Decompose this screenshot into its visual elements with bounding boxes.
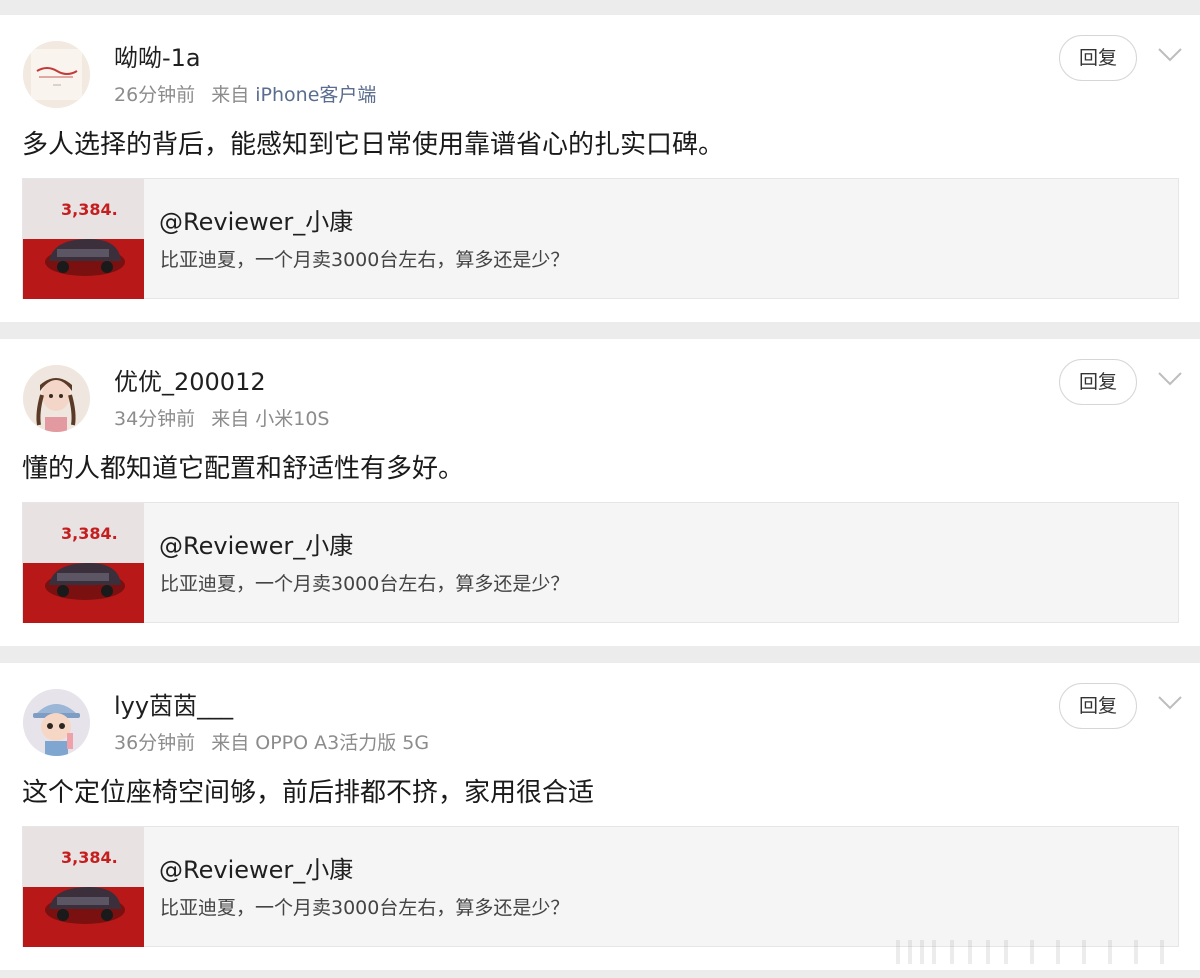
watermark-icon <box>896 940 1164 964</box>
username[interactable]: 呦呦-1a <box>114 43 201 73</box>
username[interactable]: lyy茵茵___ <box>114 691 233 721</box>
post-thumbnail: 3,384. <box>23 827 144 947</box>
source-prefix: 来自 <box>211 408 250 430</box>
reply-button[interactable]: 回复 <box>1059 359 1137 405</box>
quoted-post-card[interactable]: 3,384. @Reviewer_小康 比亚迪夏，一个月卖3000台左右，算多还… <box>22 502 1179 623</box>
comment-card: 呦呦-1a 26分钟前 来自 iPhone客户端 回复 多人选择的背后，能感知到它… <box>0 15 1200 322</box>
chevron-down-icon[interactable] <box>1157 694 1183 712</box>
quoted-post-text: 比亚迪夏，一个月卖3000台左右，算多还是少？ <box>160 573 570 595</box>
timestamp: 36分钟前 <box>114 732 196 754</box>
quoted-post-author[interactable]: @Reviewer_小康 <box>159 855 353 885</box>
client-source[interactable]: iPhone客户端 <box>255 84 376 106</box>
quoted-post-card[interactable]: 3,384. @Reviewer_小康 比亚迪夏，一个月卖3000台左右，算多还… <box>22 178 1179 299</box>
chevron-down-icon[interactable] <box>1157 46 1183 64</box>
reply-button[interactable]: 回复 <box>1059 35 1137 81</box>
avatar[interactable] <box>23 689 90 756</box>
quoted-post-author[interactable]: @Reviewer_小康 <box>159 531 353 561</box>
thumb-number: 3,384. <box>61 848 118 867</box>
thumb-number: 3,384. <box>61 200 118 219</box>
timestamp: 26分钟前 <box>114 84 196 106</box>
reply-button[interactable]: 回复 <box>1059 683 1137 729</box>
post-thumbnail: 3,384. <box>23 503 144 623</box>
quoted-post-text: 比亚迪夏，一个月卖3000台左右，算多还是少？ <box>160 249 570 271</box>
quoted-post-author[interactable]: @Reviewer_小康 <box>159 207 353 237</box>
thumb-number: 3,384. <box>61 524 118 543</box>
source-prefix: 来自 <box>211 84 250 106</box>
source-prefix: 来自 <box>211 732 250 754</box>
username[interactable]: 优优_200012 <box>114 367 266 397</box>
client-source: OPPO A3活力版 5G <box>255 732 430 754</box>
timestamp: 34分钟前 <box>114 408 196 430</box>
avatar[interactable] <box>23 41 90 108</box>
comment-meta: 34分钟前 来自 小米10S <box>114 407 330 431</box>
comment-meta: 26分钟前 来自 iPhone客户端 <box>114 83 376 107</box>
quoted-post-card[interactable]: 3,384. @Reviewer_小康 比亚迪夏，一个月卖3000台左右，算多还… <box>22 826 1179 947</box>
comment-card: 优优_200012 34分钟前 来自 小米10S 回复 懂的人都知道它配置和舒适性… <box>0 339 1200 646</box>
client-source: 小米10S <box>255 408 330 430</box>
quoted-post-text: 比亚迪夏，一个月卖3000台左右，算多还是少？ <box>160 897 570 919</box>
comment-text: 懂的人都知道它配置和舒适性有多好。 <box>22 454 465 484</box>
comment-text: 多人选择的背后，能感知到它日常使用靠谱省心的扎实口碑。 <box>22 130 725 160</box>
post-thumbnail: 3,384. <box>23 179 144 299</box>
comment-card: lyy茵茵___ 36分钟前 来自 OPPO A3活力版 5G 回复 这个定位座椅… <box>0 663 1200 970</box>
comment-text: 这个定位座椅空间够，前后排都不挤，家用很合适 <box>22 778 595 808</box>
comment-meta: 36分钟前 来自 OPPO A3活力版 5G <box>114 731 429 755</box>
avatar[interactable] <box>23 365 90 432</box>
chevron-down-icon[interactable] <box>1157 370 1183 388</box>
